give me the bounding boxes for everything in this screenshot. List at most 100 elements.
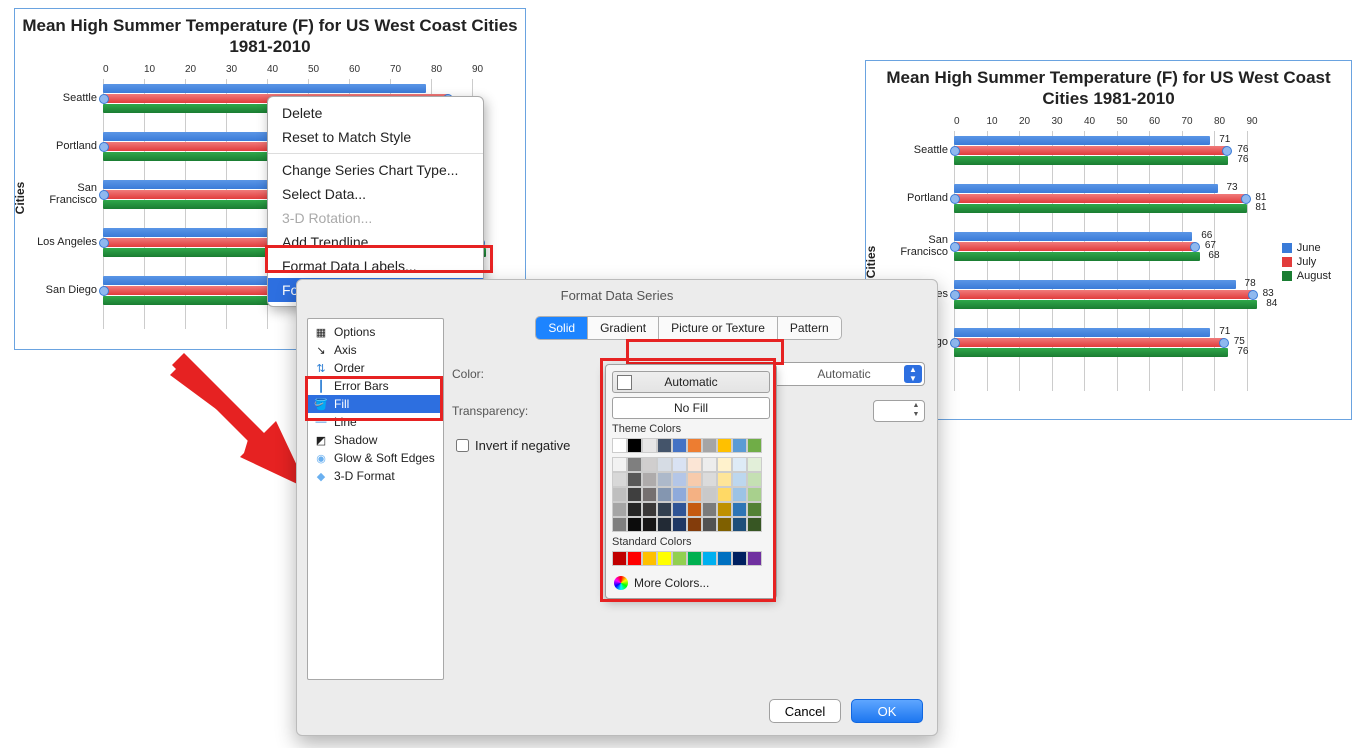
color-swatch[interactable]	[627, 517, 642, 532]
color-swatch[interactable]	[672, 517, 687, 532]
color-swatch[interactable]	[747, 472, 762, 487]
color-swatch[interactable]	[657, 438, 672, 453]
color-swatch[interactable]	[732, 551, 747, 566]
more-colors-button[interactable]: More Colors...	[612, 574, 770, 592]
color-swatch[interactable]	[687, 487, 702, 502]
cancel-button[interactable]: Cancel	[769, 699, 841, 723]
bar-august[interactable]: 84	[954, 300, 1257, 309]
tab-solid[interactable]: Solid	[536, 317, 587, 339]
color-swatch[interactable]	[672, 438, 687, 453]
tree-3d-format[interactable]: ◆3-D Format	[308, 467, 443, 485]
color-swatch[interactable]	[747, 517, 762, 532]
color-swatch[interactable]	[642, 457, 657, 472]
color-swatch[interactable]	[687, 457, 702, 472]
color-swatch[interactable]	[732, 457, 747, 472]
standard-colors-grid[interactable]	[612, 551, 770, 566]
tree-order[interactable]: ⇅Order	[308, 359, 443, 377]
color-swatch[interactable]	[702, 438, 717, 453]
bar-june[interactable]: 71	[954, 328, 1210, 337]
menu-select-data[interactable]: Select Data...	[268, 182, 483, 206]
color-swatch[interactable]	[732, 438, 747, 453]
color-swatch[interactable]	[642, 472, 657, 487]
theme-colors-grid[interactable]	[612, 438, 770, 453]
color-swatch[interactable]	[687, 472, 702, 487]
tree-line[interactable]: ―Line	[308, 413, 443, 431]
color-swatch[interactable]	[672, 502, 687, 517]
color-swatch[interactable]	[627, 502, 642, 517]
color-swatch[interactable]	[747, 438, 762, 453]
menu-delete[interactable]: Delete	[268, 101, 483, 125]
color-swatch[interactable]	[627, 457, 642, 472]
color-swatch[interactable]	[657, 517, 672, 532]
color-swatch[interactable]	[612, 487, 627, 502]
color-swatch[interactable]	[627, 472, 642, 487]
bar-june[interactable]	[103, 84, 426, 93]
color-swatch[interactable]	[612, 472, 627, 487]
menu-change-chart-type[interactable]: Change Series Chart Type...	[268, 158, 483, 182]
color-swatch[interactable]	[672, 457, 687, 472]
color-swatch[interactable]	[612, 551, 627, 566]
bar-august[interactable]: 76	[954, 156, 1228, 165]
color-swatch[interactable]	[702, 472, 717, 487]
color-swatch[interactable]	[687, 551, 702, 566]
color-swatch[interactable]	[687, 502, 702, 517]
bar-july[interactable]: 76	[954, 146, 1228, 155]
tree-options[interactable]: ▦Options	[308, 323, 443, 341]
bar-july[interactable]: 83	[954, 290, 1254, 299]
color-swatch[interactable]	[627, 438, 642, 453]
color-dropdown[interactable]: Automatic ▲▼	[763, 362, 925, 386]
color-swatch[interactable]	[702, 502, 717, 517]
color-swatch[interactable]	[747, 502, 762, 517]
bar-july[interactable]: 75	[954, 338, 1225, 347]
color-swatch[interactable]	[717, 517, 732, 532]
color-swatch[interactable]	[732, 517, 747, 532]
color-swatch[interactable]	[732, 487, 747, 502]
color-swatch[interactable]	[717, 438, 732, 453]
color-swatch[interactable]	[717, 487, 732, 502]
dialog-tree[interactable]: ▦Options ↘Axis ⇅Order ┃Error Bars 🪣Fill …	[307, 318, 444, 680]
bar-august[interactable]: 81	[954, 204, 1247, 213]
menu-format-data-labels[interactable]: Format Data Labels...	[268, 254, 483, 278]
color-swatch[interactable]	[687, 517, 702, 532]
color-swatch[interactable]	[627, 487, 642, 502]
color-swatch[interactable]	[732, 502, 747, 517]
color-swatch[interactable]	[672, 551, 687, 566]
color-swatch[interactable]	[702, 517, 717, 532]
color-swatch[interactable]	[687, 438, 702, 453]
bar-june[interactable]: 73	[954, 184, 1218, 193]
menu-reset-style[interactable]: Reset to Match Style	[268, 125, 483, 149]
tree-axis[interactable]: ↘Axis	[308, 341, 443, 359]
color-swatch[interactable]	[702, 487, 717, 502]
menu-add-trendline[interactable]: Add Trendline...	[268, 230, 483, 254]
color-swatch[interactable]	[612, 438, 627, 453]
color-swatch[interactable]	[657, 502, 672, 517]
tree-shadow[interactable]: ◩Shadow	[308, 431, 443, 449]
color-swatch[interactable]	[642, 551, 657, 566]
bar-june[interactable]: 78	[954, 280, 1236, 289]
ok-button[interactable]: OK	[851, 699, 923, 723]
color-swatch[interactable]	[717, 551, 732, 566]
color-swatch[interactable]	[612, 517, 627, 532]
tree-fill[interactable]: 🪣Fill	[308, 395, 443, 413]
color-swatch[interactable]	[717, 502, 732, 517]
tab-gradient[interactable]: Gradient	[587, 317, 658, 339]
color-swatch[interactable]	[642, 502, 657, 517]
bar-august[interactable]: 76	[954, 348, 1228, 357]
bar-july[interactable]: 67	[954, 242, 1196, 251]
bar-july[interactable]: 81	[954, 194, 1247, 203]
color-swatch[interactable]	[747, 551, 762, 566]
tree-glow[interactable]: ◉Glow & Soft Edges	[308, 449, 443, 467]
bar-june[interactable]: 71	[954, 136, 1210, 145]
color-swatch[interactable]	[717, 472, 732, 487]
color-swatch[interactable]	[612, 457, 627, 472]
automatic-button[interactable]: Automatic	[612, 371, 770, 393]
color-swatch[interactable]	[627, 551, 642, 566]
color-swatch[interactable]	[612, 502, 627, 517]
color-swatch[interactable]	[657, 551, 672, 566]
color-swatch[interactable]	[732, 472, 747, 487]
bar-august[interactable]: 68	[954, 252, 1200, 261]
color-swatch[interactable]	[657, 457, 672, 472]
tab-pattern[interactable]: Pattern	[777, 317, 841, 339]
color-swatch[interactable]	[657, 487, 672, 502]
color-swatch[interactable]	[657, 472, 672, 487]
